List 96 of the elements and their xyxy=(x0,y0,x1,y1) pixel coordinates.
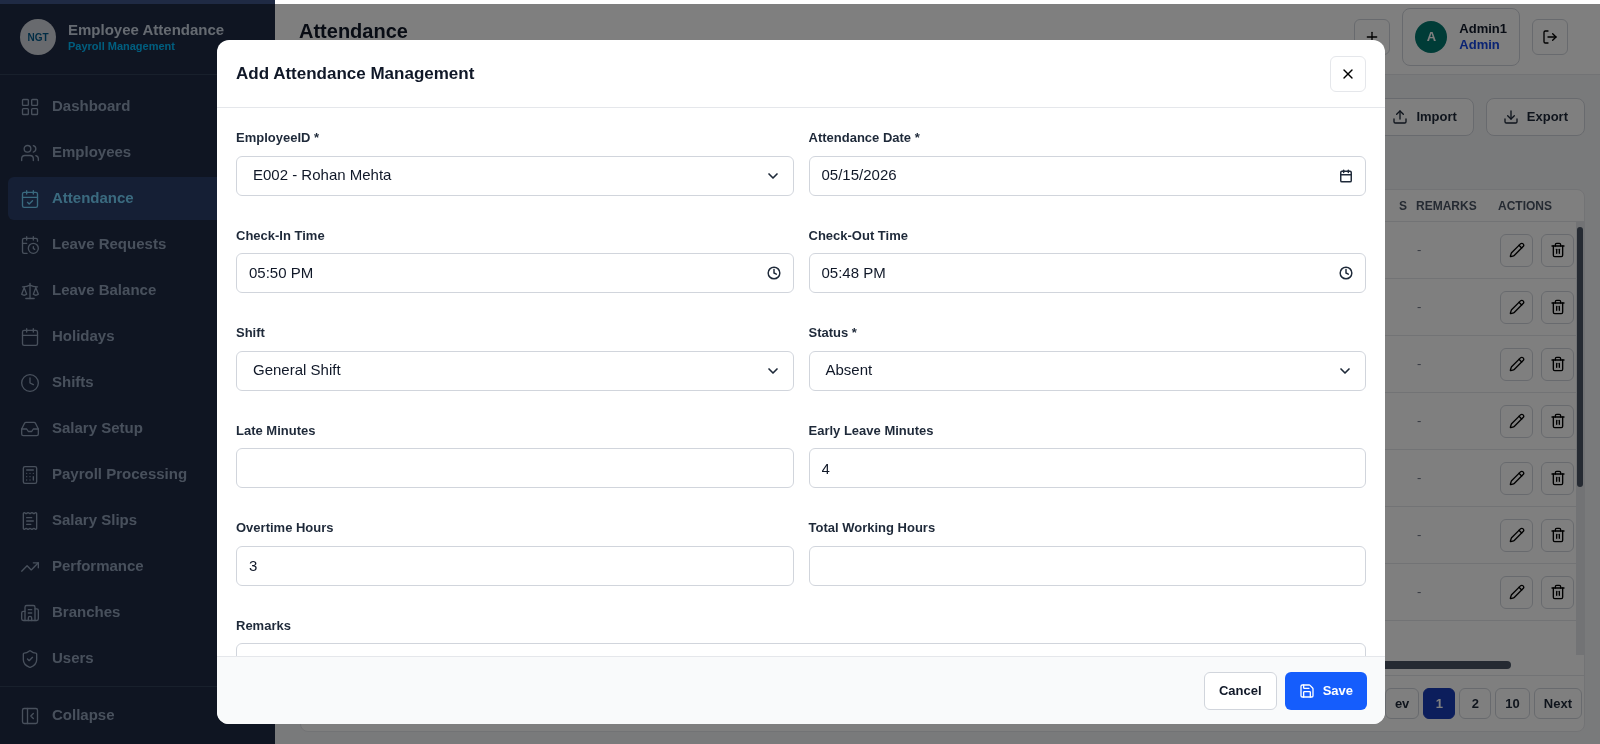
page-button[interactable]: 10 xyxy=(1495,688,1530,719)
user-role: Admin xyxy=(1459,37,1501,54)
page-button[interactable]: 2 xyxy=(1459,688,1492,719)
delete-button[interactable] xyxy=(1541,347,1574,381)
field-label: Shift xyxy=(236,324,266,342)
field-label: Remarks xyxy=(236,616,292,635)
save-button[interactable]: Save xyxy=(1284,671,1367,710)
calendar-icon xyxy=(20,326,40,347)
clock-icon xyxy=(20,372,40,393)
edit-button[interactable] xyxy=(1500,290,1533,324)
edit-button[interactable] xyxy=(1500,404,1533,438)
column-header: S xyxy=(1398,197,1408,215)
logo: NGT xyxy=(20,19,56,55)
clock-icon xyxy=(1339,266,1353,280)
field-label: Status * xyxy=(808,324,858,342)
upload-icon xyxy=(1392,109,1409,125)
field-label: Attendance Date * xyxy=(808,129,921,147)
receipt-icon xyxy=(20,510,40,531)
app-subtitle: Payroll Management xyxy=(68,39,176,54)
clock-icon xyxy=(766,266,781,280)
input-field[interactable]: 3 xyxy=(236,545,794,586)
time-field[interactable]: 05:50 PM xyxy=(236,253,794,293)
user-card[interactable]: A Admin1 Admin xyxy=(1402,8,1520,66)
trash-icon xyxy=(1549,470,1566,486)
page-button[interactable]: ev xyxy=(1384,688,1420,719)
table-cell-text: - xyxy=(1416,241,1423,260)
scale-icon xyxy=(20,280,40,301)
pencil-icon xyxy=(1508,584,1525,600)
trash-icon xyxy=(1549,584,1566,600)
table-cell-text: - xyxy=(1416,355,1423,374)
delete-button[interactable] xyxy=(1541,575,1574,609)
delete-button[interactable] xyxy=(1541,233,1574,267)
close-button[interactable] xyxy=(1330,55,1366,92)
shield-check-icon xyxy=(20,648,40,669)
trash-icon xyxy=(1549,356,1566,372)
edit-button[interactable] xyxy=(1500,347,1533,381)
date-field[interactable]: 05/15/2026 xyxy=(808,155,1366,196)
table-cell-text: - xyxy=(1416,412,1423,431)
calendar-icon xyxy=(1339,168,1353,183)
modal-title: Add Attendance Management xyxy=(236,62,475,85)
user-name: Admin1 xyxy=(1459,20,1507,37)
field-label: Overtime Hours xyxy=(236,519,335,537)
time-field[interactable]: 05:48 PM xyxy=(808,253,1366,293)
input-field[interactable] xyxy=(808,545,1366,586)
calendar-clock-icon xyxy=(20,234,40,255)
delete-button[interactable] xyxy=(1541,461,1574,495)
table-cell-text: - xyxy=(1416,526,1423,545)
field-label: Late Minutes xyxy=(236,421,317,440)
logout-icon xyxy=(1542,29,1558,45)
input-field[interactable] xyxy=(236,448,794,488)
select-field[interactable]: Absent xyxy=(808,350,1366,391)
table-cell-text: - xyxy=(1416,298,1423,317)
field-label: Check-In Time xyxy=(236,226,326,245)
edit-button[interactable] xyxy=(1500,461,1533,495)
input-field[interactable]: 4 xyxy=(808,448,1366,488)
logout-button[interactable] xyxy=(1532,19,1568,55)
download-icon xyxy=(1502,109,1519,125)
pencil-icon xyxy=(1508,527,1525,543)
delete-button[interactable] xyxy=(1541,290,1574,324)
avatar: A xyxy=(1415,21,1448,53)
trash-icon xyxy=(1549,299,1566,315)
pencil-icon xyxy=(1508,299,1525,315)
edit-button[interactable] xyxy=(1500,575,1533,609)
field-label: Total Working Hours xyxy=(808,519,937,537)
column-header: ACTIONS xyxy=(1497,197,1553,215)
pencil-icon xyxy=(1508,413,1525,429)
select-field[interactable]: E002 - Rohan Mehta xyxy=(236,155,794,196)
edit-button[interactable] xyxy=(1500,518,1533,552)
pencil-icon xyxy=(1508,470,1525,486)
calendar-check-icon xyxy=(20,188,40,209)
delete-button[interactable] xyxy=(1541,518,1574,552)
calculator-icon xyxy=(20,464,40,485)
delete-button[interactable] xyxy=(1541,404,1574,438)
table-cell-text: - xyxy=(1416,583,1423,602)
building-icon xyxy=(20,602,40,623)
page-button[interactable]: 1 xyxy=(1423,688,1456,719)
pencil-icon xyxy=(1508,356,1525,372)
trash-icon xyxy=(1549,413,1566,429)
people-icon xyxy=(20,142,40,163)
page-button[interactable]: Next xyxy=(1533,688,1582,719)
export-button[interactable]: Export xyxy=(1485,98,1585,136)
table-cell-text: - xyxy=(1416,469,1423,488)
column-header: REMARKS xyxy=(1415,197,1478,215)
pencil-icon xyxy=(1508,242,1525,258)
select-field[interactable]: General Shift xyxy=(236,350,794,391)
field-label: Check-Out Time xyxy=(808,226,909,245)
cancel-button[interactable]: Cancel xyxy=(1204,671,1277,710)
edit-button[interactable] xyxy=(1500,233,1533,267)
trash-icon xyxy=(1549,242,1566,258)
field-label: EmployeeID * xyxy=(236,129,321,147)
field-label: Early Leave Minutes xyxy=(808,421,935,440)
collapse-panel-icon xyxy=(20,705,40,726)
app-title: Employee Attendance xyxy=(68,20,225,40)
page-title: Attendance xyxy=(299,19,408,44)
dashboard-grid-icon xyxy=(20,96,40,117)
trash-icon xyxy=(1549,527,1566,543)
